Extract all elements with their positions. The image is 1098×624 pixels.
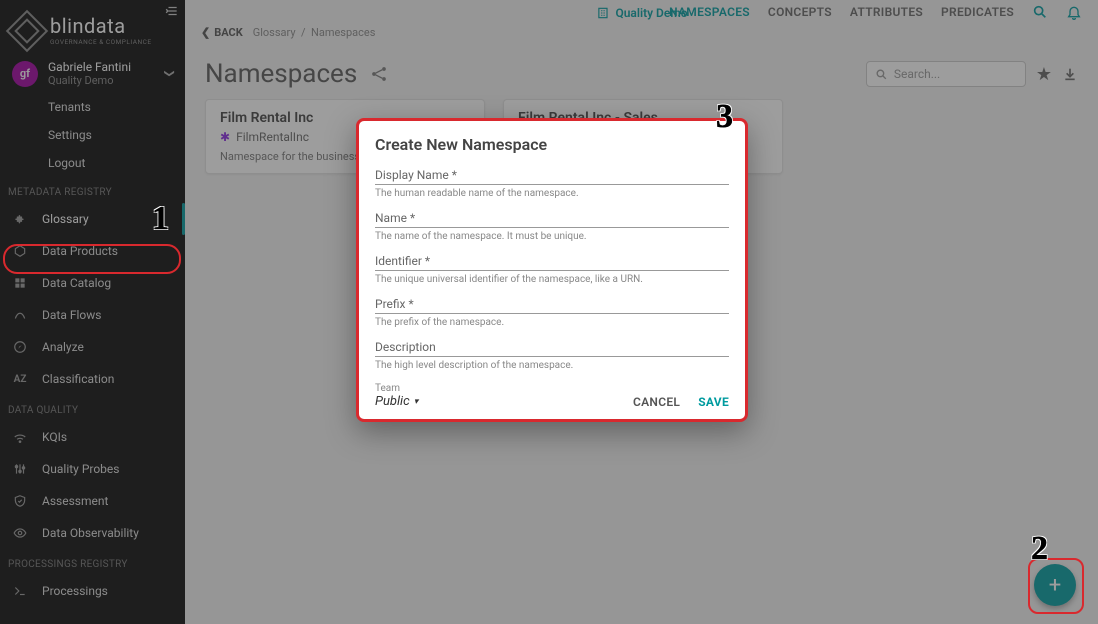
field-help: The high level description of the namesp… xyxy=(375,360,729,371)
cancel-button[interactable]: CANCEL xyxy=(633,395,680,409)
caret-down-icon: ▾ xyxy=(414,397,419,407)
field-description[interactable]: Description xyxy=(375,340,729,357)
field-prefix[interactable]: Prefix * xyxy=(375,297,729,314)
field-display-name[interactable]: Display Name * xyxy=(375,168,729,185)
modal-title: Create New Namespace xyxy=(375,135,729,154)
create-namespace-modal: Create New Namespace Display Name * The … xyxy=(356,118,748,422)
team-caption: Team xyxy=(375,383,418,394)
field-name[interactable]: Name * xyxy=(375,211,729,228)
save-button[interactable]: SAVE xyxy=(698,395,729,409)
field-help: The prefix of the namespace. xyxy=(375,317,729,328)
field-help: The name of the namespace. It must be un… xyxy=(375,231,729,242)
field-help: The unique universal identifier of the n… xyxy=(375,274,729,285)
team-value: Public xyxy=(375,394,410,409)
team-select[interactable]: Public ▾ xyxy=(375,394,418,409)
field-help: The human readable name of the namespace… xyxy=(375,188,729,199)
field-identifier[interactable]: Identifier * xyxy=(375,254,729,271)
